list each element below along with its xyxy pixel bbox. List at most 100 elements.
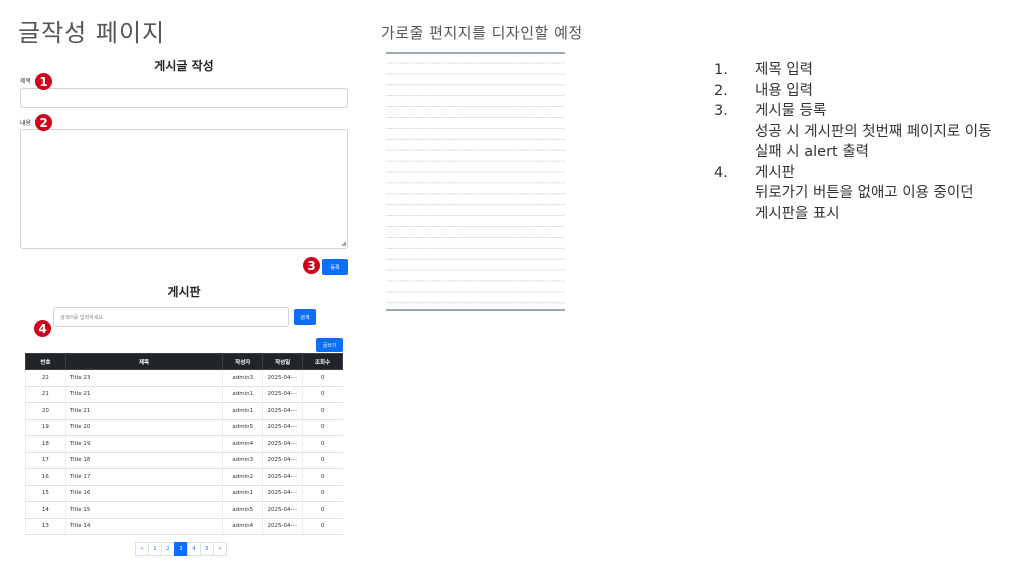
cell-number: 19 (25, 419, 66, 436)
cell-date: 2025-04-··· (262, 468, 303, 486)
lined-paper (386, 52, 565, 311)
cell-number: 14 (25, 501, 66, 519)
page-next[interactable]: » (213, 542, 227, 556)
cell-title: Title 15 (64, 501, 223, 519)
board-heading: 게시판 (167, 285, 201, 299)
cell-views: 0 (302, 468, 343, 486)
pagination: «1 2 3 4 5» (135, 542, 227, 556)
write-button[interactable]: 글쓰기 (316, 338, 343, 352)
note-number: 2. (714, 82, 728, 99)
table-row[interactable]: 22 Title 23 admin3 2025-04-··· 0 (25, 369, 343, 387)
cell-author: admin1 (222, 485, 263, 502)
cell-views: 0 (302, 369, 343, 387)
cell-date: 2025-04-··· (262, 419, 303, 436)
page-title: 글작성 페이지 (18, 19, 166, 47)
note-item: 3. 게시물 등록 (714, 101, 1019, 122)
cell-author: admin1 (222, 386, 263, 403)
resize-grip-icon[interactable]: ◢ (341, 241, 346, 247)
cell-author: admin3 (222, 452, 263, 469)
table-row[interactable]: 19 Title 20 admin5 2025-04-··· 0 (25, 419, 343, 436)
cell-views: 0 (302, 386, 343, 403)
cell-date: 2025-04-··· (262, 402, 303, 420)
cell-views: 0 (302, 501, 343, 519)
title-input[interactable] (20, 88, 348, 108)
annotation-marker-3: 3 (303, 257, 320, 274)
column-header-date: 작성일 (262, 353, 304, 370)
cell-views: 0 (302, 518, 343, 535)
annotation-marker-4: 4 (34, 320, 51, 337)
note-subitem: 성공 시 게시판의 첫번째 페이지로 이동 (755, 123, 992, 140)
cell-date: 2025-04-··· (262, 485, 303, 502)
page-link[interactable]: 2 (161, 542, 175, 556)
note-number: 1. (714, 62, 728, 78)
cell-title: Title 16 (64, 485, 223, 502)
cell-date: 2025-04-··· (262, 452, 303, 469)
note-number: 3. (714, 103, 728, 119)
note-text: 제목 입력 (755, 62, 813, 78)
cell-author: admin3 (222, 369, 263, 387)
content-textarea[interactable]: ◢ (20, 129, 348, 249)
cell-author: admin4 (222, 435, 263, 453)
table-row[interactable]: 15 Title 16 admin1 2025-04-··· 0 (25, 485, 343, 502)
note-number: 4. (714, 164, 728, 181)
note-text: 게시물 등록 (755, 103, 827, 119)
table-row[interactable]: 21 Title 21 admin1 2025-04-··· 0 (25, 386, 343, 403)
search-button[interactable]: 검색 (294, 309, 316, 325)
column-header-author: 작성자 (222, 353, 264, 370)
table-row[interactable]: 16 Title 17 admin2 2025-04-··· 0 (25, 468, 343, 486)
cell-views: 0 (302, 435, 343, 453)
table-row[interactable]: 13 Title 14 admin4 2025-04-··· 0 (25, 518, 343, 535)
page-link[interactable]: 4 (187, 542, 201, 556)
cell-title: Title 21 (64, 386, 223, 403)
note-text: 내용 입력 (755, 82, 813, 99)
cell-title: Title 18 (64, 452, 223, 469)
cell-date: 2025-04-··· (262, 518, 303, 535)
cell-author: admin1 (222, 402, 263, 420)
column-header-views: 조회수 (302, 353, 343, 370)
table-row[interactable]: 17 Title 18 admin3 2025-04-··· 0 (25, 452, 343, 469)
cell-views: 0 (302, 452, 343, 469)
page-link[interactable]: 5 (200, 542, 214, 556)
note-item: 4. 게시판 (714, 163, 1019, 184)
cell-number: 15 (25, 485, 66, 502)
page-prev[interactable]: « (135, 542, 149, 556)
register-button[interactable]: 등록 (322, 259, 348, 275)
table-row[interactable]: 18 Title 19 admin4 2025-04-··· 0 (25, 435, 343, 453)
cell-number: 16 (25, 468, 66, 486)
cell-date: 2025-04-··· (262, 435, 303, 453)
annotation-marker-1: 1 (35, 73, 52, 90)
cell-number: 21 (25, 386, 66, 403)
cell-date: 2025-04-··· (262, 501, 303, 519)
table-row[interactable]: 14 Title 15 admin5 2025-04-··· 0 (25, 501, 343, 519)
cell-number: 18 (25, 435, 66, 453)
column-header-title: 제목 (64, 353, 224, 370)
cell-number: 20 (25, 402, 66, 420)
cell-views: 0 (302, 485, 343, 502)
note-subitem: 게시판을 표시 (755, 205, 840, 222)
note-item: 1. 제목 입력 (714, 60, 1019, 81)
title-label: 제목 (20, 78, 32, 85)
cell-date: 2025-04-··· (262, 369, 303, 387)
content-label: 내용 (20, 120, 32, 127)
cell-author: admin5 (222, 501, 263, 519)
note-subitem: 실패 시 alert 출력 (755, 144, 870, 160)
cell-views: 0 (302, 402, 343, 420)
note-title: 가로줄 편지지를 디자인할 예정 (381, 24, 583, 42)
note-text: 게시판 (755, 164, 796, 181)
cell-views: 0 (302, 419, 343, 436)
board-table: 번호 제목 작성자 작성일 조회수 22 Title 23 admin3 2025-0… (25, 353, 343, 535)
page-link[interactable]: 3 (174, 542, 188, 556)
cell-title: Title 21 (64, 402, 223, 420)
form-heading: 게시글 작성 (154, 59, 214, 73)
note-list: 1. 제목 입력 2. 내용 입력 3. 게시물 등록성공 시 게시판의 첫번째 페이지로… (714, 60, 1019, 224)
cell-title: Title 20 (64, 419, 223, 436)
cell-title: Title 23 (64, 369, 223, 387)
cell-number: 17 (25, 452, 66, 469)
table-row[interactable]: 20 Title 21 admin1 2025-04-··· 0 (25, 402, 343, 420)
cell-number: 22 (25, 369, 66, 387)
note-subitem: 뒤로가기 버튼을 없애고 이용 중이던 (755, 185, 974, 201)
page-link[interactable]: 1 (148, 542, 162, 556)
search-input[interactable]: 검색어를 입력하세요 (53, 307, 289, 327)
cell-author: admin4 (222, 518, 263, 535)
cell-number: 13 (25, 518, 66, 535)
